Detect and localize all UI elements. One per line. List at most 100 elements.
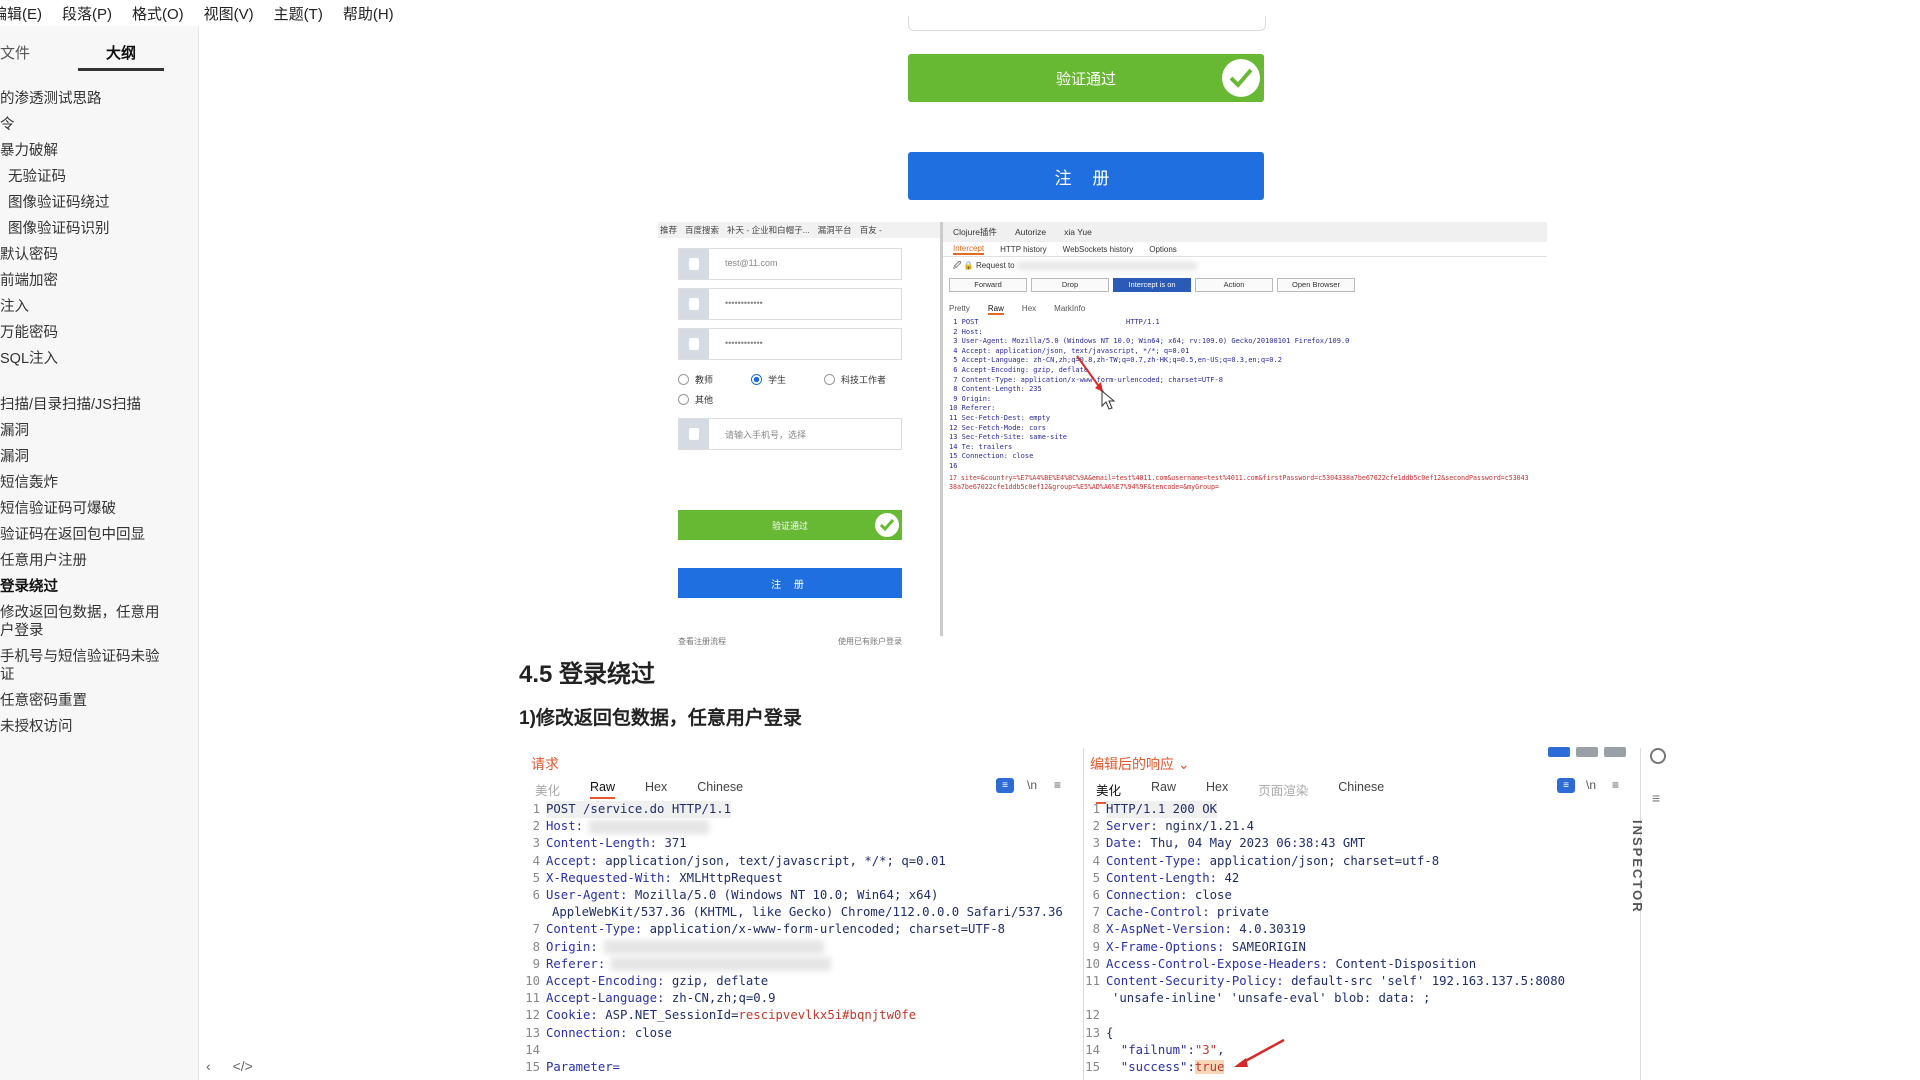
radio-student: 学生 (751, 373, 786, 386)
outline-item[interactable]: 手机号与短信验证码未验证 (0, 644, 170, 688)
layout-horizontal-icon[interactable] (1576, 747, 1598, 757)
outline-item[interactable]: 默认密码 (0, 242, 198, 268)
outline-item[interactable]: SQL注入 (0, 346, 198, 372)
group-radios: 教师 学生 科技工作者 (678, 373, 924, 386)
outline-item[interactable]: 登录绕过 (0, 574, 198, 600)
code-value: AppleWebKit/537.36 (KHTML, like Gecko) C… (552, 905, 1063, 920)
tab-outline[interactable]: 大纲 (106, 42, 136, 63)
outline-item[interactable]: 令 (0, 112, 198, 138)
verify-passed-bar: 验证通过 (908, 54, 1264, 102)
tab-files[interactable]: 文件 (0, 42, 30, 63)
code-line: 5 Content-Length: 42 (1080, 870, 1636, 887)
outline-item[interactable]: 短信验证码可爆破 (0, 496, 198, 522)
layout-split-icon[interactable] (1548, 747, 1570, 757)
line-number: 1 (532, 802, 540, 816)
wrap-toggle-icon[interactable]: ≡ (1557, 778, 1575, 793)
outline-item[interactable]: 的渗透测试思路 (0, 86, 198, 112)
wrap-toggle-icon[interactable]: ≡ (996, 778, 1014, 793)
outline-item[interactable]: 图像验证码识别 (0, 216, 198, 242)
code-key: X-Frame-Options: (1106, 939, 1225, 954)
outline-item[interactable]: 万能密码 (0, 320, 198, 346)
line-number: 15 (525, 1060, 540, 1075)
burp-button: Drop (1031, 278, 1109, 292)
collapse-icon[interactable]: ‹ (206, 1058, 211, 1074)
request-code-view[interactable]: 1 POST /service.do HTTP/1.1 2 Host: 3 Content… (520, 801, 1075, 1080)
view-tab[interactable]: Chinese (697, 780, 743, 799)
outline-item[interactable]: 修改返回包数据，任意用户登录 (0, 600, 170, 644)
view-tab[interactable]: Hex (645, 780, 667, 799)
outline-item[interactable]: 前端加密 (0, 268, 198, 294)
response-code-view[interactable]: 1 HTTP/1.1 200 OK 2 Server: nginx/1.21.4 3 Da… (1080, 801, 1636, 1080)
response-title-text: 编辑后的响应 (1090, 756, 1174, 772)
email-placeholder: test@11.com (725, 258, 778, 268)
newline-icon[interactable]: \n (1027, 778, 1037, 792)
outline-item[interactable]: 注入 (0, 294, 198, 320)
register-button-image: 注 册 (908, 152, 1264, 200)
outline-item[interactable]: 验证码在返回包中回显 (0, 522, 198, 548)
menu-item[interactable]: 段落(P) (62, 3, 112, 24)
menu-item[interactable]: 帮助(H) (343, 3, 394, 24)
code-value: close (1187, 888, 1232, 903)
lock-icon (679, 329, 709, 359)
list-icon[interactable]: ≡ (1652, 790, 1660, 806)
code-value: Thu, 04 May 2023 06:38:43 GMT (1143, 836, 1366, 851)
gear-icon[interactable] (1650, 748, 1666, 764)
code-key: Cache-Control: (1106, 905, 1210, 920)
verify-label-small: 验证通过 (771, 520, 808, 531)
menu-item[interactable]: 视图(V) (204, 3, 254, 24)
code-value: 'unsafe-inline' 'unsafe-eval' blob: data… (1112, 991, 1431, 1006)
outline-item[interactable]: 暴力破解 (0, 138, 198, 164)
redacted-value (589, 819, 710, 834)
response-pane-title: 编辑后的响应 ⌄ (1090, 754, 1190, 774)
outline-item[interactable]: 任意密码重置 (0, 688, 198, 714)
line-number: 10 (525, 974, 540, 989)
chevron-down-icon[interactable]: ⌄ (1178, 756, 1190, 772)
code-line: 'unsafe-inline' 'unsafe-eval' blob: data… (1080, 990, 1636, 1007)
menu-item[interactable]: 编辑(E) (0, 3, 42, 24)
outline-item[interactable]: 漏洞 (0, 418, 198, 444)
outline-item[interactable]: 图像验证码绕过 (0, 190, 198, 216)
code-key: Content-Type: (1106, 853, 1203, 868)
bookmark-item: 补天 - 企业和白帽子... (727, 225, 810, 235)
outline-item[interactable]: 未授权访问 (0, 714, 198, 740)
menu-item[interactable]: 格式(O) (132, 3, 184, 24)
code-value: application/x-www-form-urlencoded; chars… (642, 922, 1006, 937)
line-number: 4 (1092, 853, 1100, 868)
code-line: 9 Referer: (520, 956, 1075, 973)
line-number: 8 (1092, 922, 1100, 937)
confirm-password-field: •••••••••••• (678, 328, 902, 360)
sidebar: 文件 大纲 的渗透测试思路令暴力破解 无验证码 图像验证码绕过 图像验证码识别 默认密码… (0, 26, 199, 1080)
code-key: Origin: (546, 939, 598, 954)
layout-single-icon[interactable] (1604, 747, 1626, 757)
checkmark-icon (875, 513, 899, 537)
bookmark-item: 百友 - (859, 225, 882, 235)
outline-item[interactable]: 漏洞 (0, 444, 198, 470)
outline-item[interactable]: 任意用户注册 (0, 548, 198, 574)
menu-icon[interactable]: ≡ (1054, 778, 1061, 792)
code-line: 11 Content-Security-Policy: default-src '… (1080, 973, 1636, 990)
code-punct: , (1217, 1042, 1225, 1057)
inspector-label[interactable]: INSPECTOR (1630, 820, 1645, 914)
code-line: 5 X-Requested-With: XMLHttpRequest (520, 870, 1075, 887)
code-key: "success" (1106, 1060, 1188, 1075)
source-code-icon[interactable]: </> (233, 1058, 253, 1074)
burp-request-target: 🖉 🔒 Request to (943, 260, 1547, 274)
newline-icon[interactable]: \n (1586, 778, 1596, 792)
outline-item[interactable]: 短信轰炸 (0, 470, 198, 496)
view-tab[interactable]: Raw (590, 780, 616, 799)
menu-icon[interactable]: ≡ (1612, 778, 1619, 792)
code-value: 42 (1217, 870, 1240, 885)
view-tab[interactable]: 美化 (535, 780, 560, 799)
code-value: default-src 'self' 192.163.137.5:8080 (1283, 974, 1566, 989)
burp-request-code: 1 POST HTTP/1.1 2 Host: 3 User-Agent: Mo… (949, 318, 1350, 470)
burp-subtab: HTTP history (1000, 244, 1047, 254)
menu-item[interactable]: 主题(T) (274, 3, 323, 24)
outline-item[interactable]: 扫描/目录扫描/JS扫描 (0, 392, 198, 418)
code-key: Connection: (546, 1025, 628, 1040)
outline-item[interactable]: 无验证码 (0, 164, 198, 190)
line-number: 4 (532, 853, 540, 868)
radio-other: 其他 (678, 393, 713, 406)
code-line: 14 "failnum":"3", (1080, 1042, 1636, 1059)
code-line: 15 Parameter= (520, 1059, 1075, 1076)
line-number: 3 (1092, 836, 1100, 851)
